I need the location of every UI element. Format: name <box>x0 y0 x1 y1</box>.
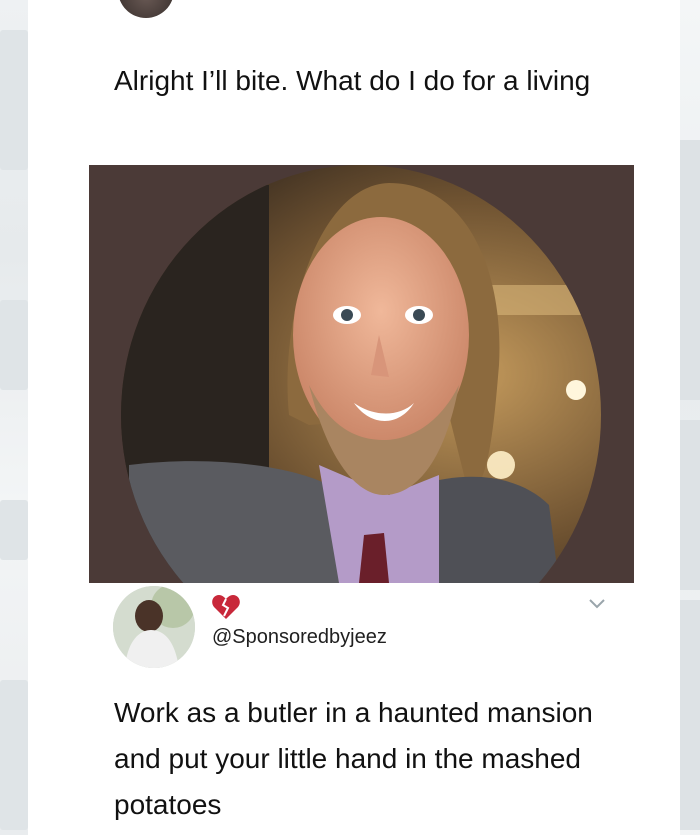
tweet-photo[interactable] <box>89 165 634 583</box>
background-feed-left <box>0 0 28 835</box>
reply-avatar-image <box>113 586 195 668</box>
broken-heart-icon <box>212 595 240 619</box>
original-author-avatar[interactable] <box>118 0 174 18</box>
chevron-down-icon[interactable] <box>588 596 606 610</box>
reply-text: Work as a butler in a haunted mansion an… <box>114 697 593 820</box>
background-feed-right <box>680 0 700 835</box>
reply-author-avatar[interactable] <box>113 586 195 668</box>
original-tweet-text: Alright I’ll bite. What do I do for a li… <box>114 65 591 96</box>
portrait-image <box>89 165 634 583</box>
reply-handle[interactable]: @Sponsoredbyjeez <box>212 626 387 649</box>
